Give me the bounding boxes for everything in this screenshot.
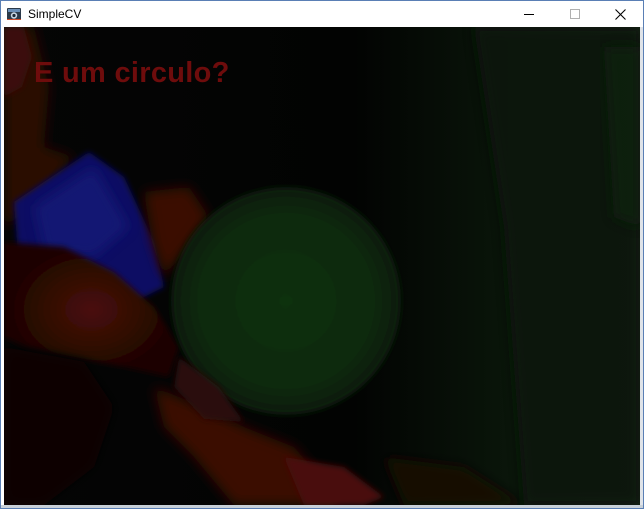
simplecv-camera-icon <box>6 6 22 22</box>
background-strip <box>1 505 643 508</box>
title-bar[interactable]: SimpleCV <box>1 1 643 27</box>
close-button[interactable] <box>597 1 643 27</box>
simplecv-window: SimpleCV E um circulo? <box>0 0 644 509</box>
camera-frame-image <box>4 27 640 505</box>
window-right-edge <box>640 27 643 505</box>
close-icon <box>614 8 626 20</box>
maximize-button[interactable] <box>552 1 598 27</box>
overlay-label: E um circulo? <box>34 57 230 89</box>
maximize-icon <box>570 9 580 19</box>
minimize-button[interactable] <box>506 1 552 27</box>
window-title: SimpleCV <box>28 7 82 21</box>
minimize-icon <box>524 14 534 15</box>
camera-feed: E um circulo? <box>4 27 640 505</box>
